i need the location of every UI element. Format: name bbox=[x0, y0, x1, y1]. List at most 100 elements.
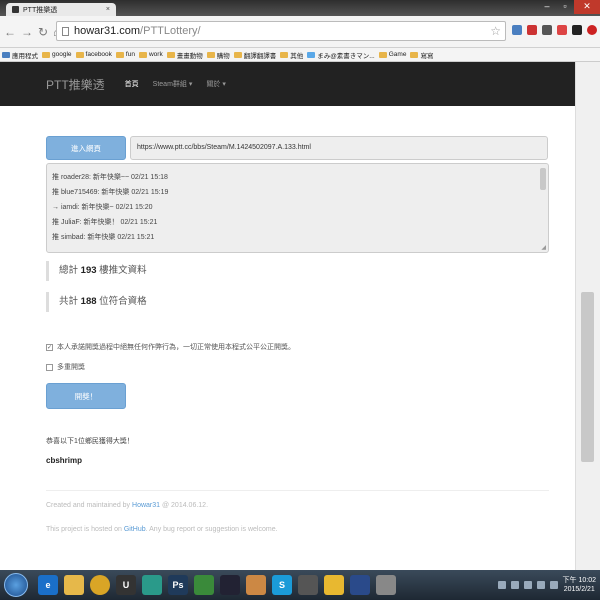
system-tray: 下午 10:02 2015/2/21 bbox=[497, 576, 600, 594]
footer-divider bbox=[46, 490, 549, 491]
bookmark-item[interactable]: 其他 bbox=[280, 50, 303, 60]
footer-text: @ 2014.06.12. bbox=[161, 502, 209, 509]
extension-icon[interactable] bbox=[572, 25, 582, 35]
bookmark-item[interactable]: 購物 bbox=[206, 50, 230, 60]
back-icon[interactable]: ← bbox=[4, 25, 16, 39]
start-button-icon[interactable] bbox=[4, 573, 28, 597]
folder-icon bbox=[115, 51, 124, 58]
github-link[interactable]: GitHub bbox=[124, 526, 146, 533]
bookmark-item[interactable]: 翻譯翻譯書 bbox=[233, 50, 277, 60]
push-row: 推 JuliaF: 新年快樂！ 02/21 15:21 bbox=[52, 219, 158, 226]
stat-label: 位符合資格 bbox=[99, 296, 147, 307]
bookmark-label: 翻譯翻譯書 bbox=[243, 52, 277, 60]
forward-icon[interactable]: → bbox=[21, 25, 33, 39]
agree-checkbox[interactable]: ✓ bbox=[46, 343, 53, 351]
nav-about[interactable]: 關於 ▾ bbox=[206, 79, 225, 89]
steam-icon[interactable] bbox=[220, 575, 240, 595]
clock[interactable]: 下午 10:02 2015/2/21 bbox=[563, 576, 596, 594]
url-path: /PTTLottery/ bbox=[140, 25, 201, 37]
taskbar: e U Ps S 下午 10:02 2015/2/21 bbox=[0, 570, 600, 600]
app-icon[interactable] bbox=[298, 575, 318, 595]
app-icon[interactable] bbox=[142, 575, 162, 595]
window-controls: – ▫ ✕ bbox=[538, 0, 600, 14]
skype-icon[interactable]: S bbox=[272, 575, 292, 595]
volume-icon[interactable] bbox=[549, 581, 558, 589]
bookmark-label: fun bbox=[125, 51, 135, 58]
bookmark-item[interactable]: fun bbox=[115, 51, 135, 58]
taskbar-apps: e U Ps S bbox=[38, 575, 396, 595]
window-close-icon[interactable]: ✕ bbox=[574, 0, 600, 14]
unreal-icon[interactable]: U bbox=[116, 575, 136, 595]
bookmark-item[interactable]: 畫畫動物 bbox=[166, 50, 203, 60]
nav-buttons: ← → ↻ ⌂ bbox=[4, 25, 60, 39]
author-link[interactable]: Howar31 bbox=[132, 502, 160, 509]
site-brand[interactable]: PTT推樂透 bbox=[46, 76, 105, 93]
push-row: 推 blue715469: 新年快樂 02/21 15:19 bbox=[52, 189, 169, 196]
chrome-icon[interactable] bbox=[90, 575, 110, 595]
maximize-icon[interactable]: ▫ bbox=[556, 0, 574, 14]
bookmark-star-icon[interactable]: ☆ bbox=[490, 24, 501, 38]
scrollbar-thumb[interactable] bbox=[581, 292, 594, 462]
total-count: 193 bbox=[80, 265, 97, 276]
nav-steam-group[interactable]: Steam群組 ▾ bbox=[153, 79, 193, 89]
footer-hosting: This project is hosted on GitHub. Any bu… bbox=[46, 526, 278, 533]
twitter-icon bbox=[307, 51, 316, 58]
repeat-checkbox-row[interactable]: 多重開獎 bbox=[46, 362, 85, 372]
footer-text: . Any bug report or suggestion is welcom… bbox=[145, 526, 278, 533]
folder-icon bbox=[410, 51, 419, 58]
pinterest-icon[interactable] bbox=[587, 25, 597, 35]
app-icon[interactable] bbox=[324, 575, 344, 595]
main-content: 進入網頁 https://www.ptt.cc/bbs/Steam/M.1424… bbox=[0, 106, 575, 570]
draw-button[interactable]: 開獎！ bbox=[46, 383, 126, 409]
browser-toolbar: ← → ↻ ⌂ howar31.com /PTTLottery/ ☆ bbox=[0, 16, 600, 48]
tab-close-icon[interactable]: × bbox=[106, 6, 110, 13]
bookmark-item[interactable]: まみ@素書きマン... bbox=[307, 50, 375, 60]
nav-home[interactable]: 首頁 bbox=[125, 79, 139, 89]
tray-icon[interactable] bbox=[497, 581, 506, 589]
resize-handle-icon[interactable]: ◢ bbox=[541, 244, 546, 251]
bookmark-apps[interactable]: 應用程式 bbox=[2, 50, 38, 60]
textarea-scrollbar[interactable] bbox=[540, 168, 546, 190]
tab-title: PTT推樂透 bbox=[23, 6, 58, 14]
qualified-count: 188 bbox=[80, 296, 97, 307]
app-icon[interactable] bbox=[376, 575, 396, 595]
agree-checkbox-row[interactable]: ✓ 本人承諾開獎過程中絕無任何作弊行為，一切正常使用本程式公平公正開獎。 bbox=[46, 342, 295, 352]
folder-icon bbox=[378, 51, 387, 58]
bookmark-label: work bbox=[148, 51, 163, 58]
extension-icon[interactable] bbox=[557, 25, 567, 35]
app-icon[interactable] bbox=[194, 575, 214, 595]
agree-label: 本人承諾開獎過程中絕無任何作弊行為，一切正常使用本程式公平公正開獎。 bbox=[57, 344, 295, 351]
repeat-checkbox[interactable] bbox=[46, 363, 53, 371]
app-icon[interactable] bbox=[246, 575, 266, 595]
ie-icon[interactable]: e bbox=[38, 575, 58, 595]
bookmarks-bar: 應用程式 google facebook fun work 畫畫動物 購物 翻譯… bbox=[0, 48, 600, 62]
extension-icon[interactable] bbox=[512, 25, 522, 35]
footer-credit: Created and maintained by Howar31 @ 2014… bbox=[46, 502, 208, 509]
page-scrollbar[interactable] bbox=[575, 62, 600, 570]
push-list-textarea[interactable]: 推 roader28: 新年快樂~~ 02/21 15:18 推 blue715… bbox=[46, 163, 549, 253]
ptt-url-input[interactable]: https://www.ptt.cc/bbs/Steam/M.142450209… bbox=[130, 136, 548, 160]
bookmark-item[interactable]: work bbox=[138, 51, 163, 58]
minimize-icon[interactable]: – bbox=[538, 0, 556, 14]
network-icon[interactable] bbox=[536, 581, 545, 589]
extension-icon[interactable] bbox=[527, 25, 537, 35]
bookmark-item[interactable]: 寫寫 bbox=[410, 50, 433, 60]
bookmark-item[interactable]: google bbox=[42, 51, 72, 58]
explorer-icon[interactable] bbox=[64, 575, 84, 595]
stat-label: 共計 bbox=[59, 296, 79, 307]
bookmark-item[interactable]: facebook bbox=[75, 51, 112, 58]
app-icon[interactable] bbox=[350, 575, 370, 595]
extension-icon[interactable] bbox=[542, 25, 552, 35]
ime-icon[interactable] bbox=[510, 581, 519, 589]
address-bar[interactable]: howar31.com /PTTLottery/ ☆ bbox=[56, 21, 506, 41]
photoshop-icon[interactable]: Ps bbox=[168, 575, 188, 595]
browser-tab[interactable]: PTT推樂透 × bbox=[6, 3, 116, 16]
tray-icon[interactable] bbox=[523, 581, 532, 589]
apps-icon bbox=[2, 51, 10, 58]
reload-icon[interactable]: ↻ bbox=[38, 25, 48, 39]
enter-page-button[interactable]: 進入網頁 bbox=[46, 136, 126, 160]
folder-icon bbox=[166, 51, 175, 58]
bookmark-label: 寫寫 bbox=[420, 52, 434, 60]
bookmark-item[interactable]: Game bbox=[378, 51, 406, 58]
push-row: 推 simbad: 新年快樂 02/21 15:21 bbox=[52, 234, 155, 241]
